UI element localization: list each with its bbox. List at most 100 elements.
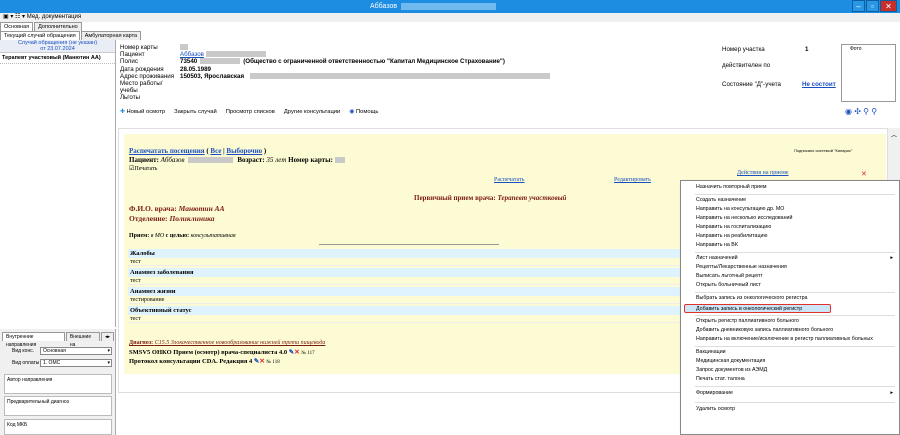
plus-icon: ✚: [120, 109, 125, 115]
menu-item-refer-rehab[interactable]: Направить на реабилитацию: [696, 232, 896, 241]
dept-line: Отделение: Поликлиника: [129, 214, 215, 223]
cda-line: Протокол консультации CDA. Редакция 4 ✎✕…: [129, 358, 280, 365]
tab-external-referrals[interactable]: Внешние на: [65, 332, 100, 348]
menu-med-docs[interactable]: Мед. документация: [27, 14, 81, 20]
pay-label: Вид оплаты: [12, 360, 40, 366]
district-label: Номер участка: [722, 46, 765, 53]
maximize-button[interactable]: ▫: [866, 0, 879, 12]
menu-item-vaccinations[interactable]: Вакцинации: [696, 348, 896, 357]
actions-link[interactable]: Действия на приеме: [737, 170, 789, 176]
menu-separator: [695, 252, 895, 253]
delete-icon[interactable]: ✕: [294, 349, 299, 356]
mkb-box[interactable]: Код МКБ: [4, 419, 112, 435]
exam-heading: Первичный прием врача: Терапевт участков…: [414, 194, 567, 202]
window-title: Аббазов: [370, 1, 500, 12]
menu-item-delete-exam[interactable]: Удалить осмотр: [696, 405, 896, 414]
patient-link[interactable]: Аббазов: [180, 51, 204, 58]
menu-separator: [695, 292, 895, 293]
author-box[interactable]: Автор направления: [4, 374, 112, 394]
selected-link[interactable]: Выборочно: [226, 147, 262, 155]
menu-item-med-docs[interactable]: Медицинская документация: [696, 357, 896, 366]
menu-item-repeat-visit[interactable]: Назначить повторный прием: [696, 183, 896, 192]
menu-item-refer-vk[interactable]: Направить на ВК: [696, 241, 896, 250]
menu-item-prescription-sheet[interactable]: Лист назначений ▸: [696, 254, 896, 263]
tab-internal-referrals[interactable]: Внутренние направления: [2, 332, 65, 348]
menu-item-aemd-request[interactable]: Запрос документов из АЭМД: [696, 366, 896, 375]
edit-link[interactable]: Редактировать: [614, 177, 651, 183]
zoom-icons[interactable]: ◉ ✣ ⚲ ⚲: [845, 107, 877, 116]
address-label: Адрес проживания: [120, 72, 175, 80]
kind-select[interactable]: Основная: [40, 347, 112, 355]
work-label: Место работы/учебы: [120, 80, 163, 95]
view-lists-button[interactable]: Просмотр списков: [226, 107, 275, 118]
menu-item-add-palliative-diary[interactable]: Добавить дневниковую запись паллиативног…: [696, 326, 896, 335]
menu-item-open-palliative[interactable]: Открыть регистр паллиативного больного: [696, 317, 896, 326]
district-value: 1: [805, 46, 809, 53]
menu-item-recipes[interactable]: Рецепты/Лекарственные назначения: [696, 263, 896, 272]
valid-label: действителен по: [722, 62, 771, 69]
all-link[interactable]: Все: [210, 147, 221, 155]
menu-item-add-onco-record[interactable]: Добавить запись в онкологический регистр: [684, 304, 831, 313]
menu-item-refer-palliative[interactable]: Направить на включение/исключение в реги…: [696, 335, 896, 344]
app-icon[interactable]: ▣ ▾ ☷ ▾: [3, 14, 27, 20]
prediag-box[interactable]: Предварительный диагноз: [4, 396, 112, 416]
tab-current-case[interactable]: Текущий случай обращения: [0, 31, 80, 40]
menu-item-create-prescription[interactable]: Создать назначение: [696, 196, 896, 205]
policy-label: Полис: [120, 58, 138, 66]
signed-note: Подписано системой "Кипарис": [794, 148, 853, 153]
chevron-right-icon: ▸: [890, 390, 893, 396]
card-label: Номер карты: [120, 44, 158, 51]
pay-select[interactable]: 1. ОМС: [40, 359, 112, 367]
birth-date: 28.05.1989: [180, 65, 211, 73]
photo-box: Фото: [841, 44, 896, 102]
menu-item-refer-research[interactable]: Направить на несколько исследований: [696, 214, 896, 223]
patient-line: Пациент: Аббазов Возраст: 35 лет Номер к…: [129, 156, 345, 164]
case-header[interactable]: Случай обращения (не указан) от 23.07.202…: [0, 40, 115, 53]
address-value: 150503, Ярославская: [180, 72, 245, 80]
diagnosis-line: Диагноз: C15.5 Злокачественное новообраз…: [129, 340, 326, 346]
reception-line: Прием: в МО с целью: консультативная: [129, 233, 236, 239]
divider: [319, 244, 499, 245]
print-link[interactable]: Распечатать: [494, 177, 524, 183]
menu-separator: [695, 194, 895, 195]
tab-outpatient-card[interactable]: Амбулаторная карта: [80, 31, 142, 40]
menu-item-print-ticket[interactable]: Печать стат. талона: [696, 375, 896, 384]
menu-separator: [695, 402, 895, 403]
main-tabs: Основная Дополнительно: [0, 22, 83, 31]
close-button[interactable]: ✕: [880, 0, 897, 12]
other-consults-button[interactable]: Другие консультации: [284, 107, 340, 118]
print-visits-link[interactable]: Распечатать посещения: [129, 147, 205, 155]
menu-item-forming[interactable]: Формирование ▸: [696, 389, 896, 398]
referral-tabs: Внутренние направления Внешние на ◂▸: [2, 332, 115, 348]
tree-item-visit[interactable]: Терапевт участковый (Манютин АА): [0, 53, 115, 64]
chevron-right-icon: ▸: [890, 255, 893, 261]
menu-separator: [695, 315, 895, 316]
close-case-button[interactable]: Закрыть случай: [174, 107, 217, 118]
context-menu: Назначить повторный прием Создать назнач…: [680, 180, 900, 435]
birth-label: Дата рождения: [120, 65, 164, 73]
help-icon: ◉: [349, 109, 355, 115]
tab-extra[interactable]: Дополнительно: [34, 22, 82, 31]
menu-item-sick-leave[interactable]: Открыть больничный лист: [696, 281, 896, 290]
menu-item-refer-consult[interactable]: Направить на консультацию др. МО: [696, 205, 896, 214]
title-bar: Аббазов – ▫ ✕: [0, 0, 900, 13]
print-links: Распечатать посещения ( Все | Выборочно …: [129, 147, 267, 155]
case-tree: Случай обращения (не указан) от 23.07.202…: [0, 40, 116, 327]
help-button[interactable]: ◉ Помощь: [349, 107, 378, 118]
patient-info: Номер карты Пациент Аббазов Полис 73540 (Об…: [120, 44, 720, 104]
menu-item-refer-hospital[interactable]: Направить на госпитализацию: [696, 223, 896, 232]
close-x-icon[interactable]: ✕: [861, 170, 867, 178]
toolbar: ✚ Новый осмотр Закрыть случай Просмотр с…: [120, 107, 900, 118]
menu-item-preferential-recipe[interactable]: Выписать льготный рецепт: [696, 272, 896, 281]
print-checkbox[interactable]: ☑Печатать: [129, 165, 157, 172]
tab-main[interactable]: Основная: [0, 22, 34, 31]
kind-label: Вид конс.: [12, 348, 35, 354]
delete-icon[interactable]: ✕: [259, 358, 264, 365]
new-exam-button[interactable]: ✚ Новый осмотр: [120, 107, 165, 118]
d-status-link[interactable]: Не состоит: [802, 81, 836, 88]
tab-scroll-arrows[interactable]: ◂▸: [100, 332, 114, 341]
minimize-button[interactable]: –: [852, 0, 865, 12]
doctor-line: Ф.И.О. врача: Манютин АА: [129, 204, 225, 213]
benefits-label: Льготы: [120, 94, 140, 102]
menu-item-choose-onco-record[interactable]: Выбрать запись из онкологического регист…: [696, 294, 896, 303]
